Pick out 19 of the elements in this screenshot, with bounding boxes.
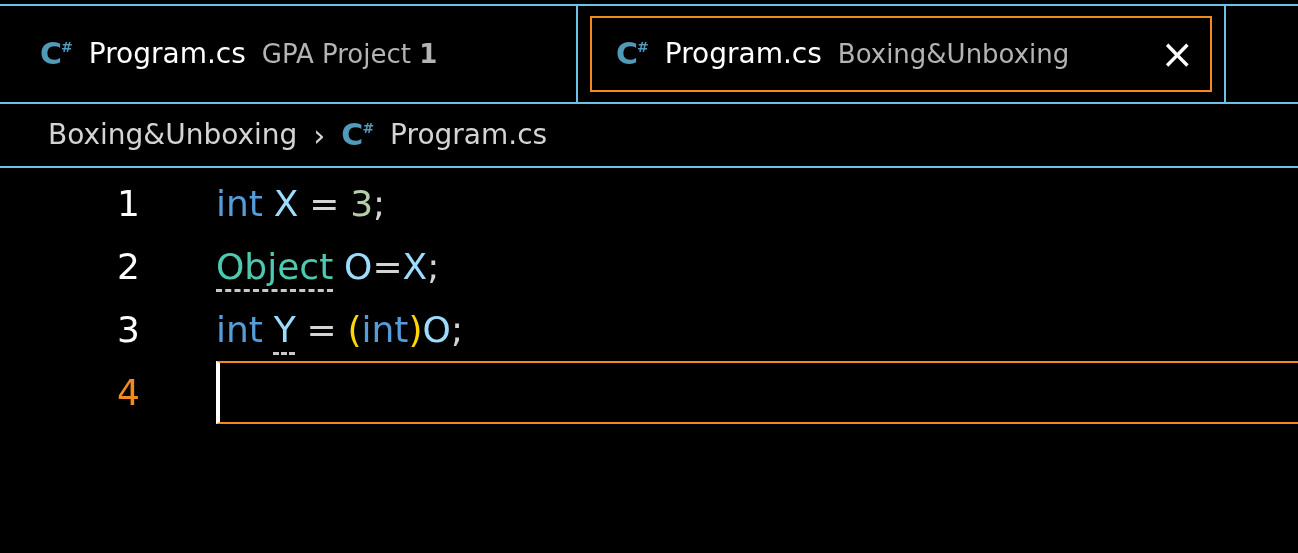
csharp-file-icon: C#	[341, 120, 375, 150]
csharp-file-icon: C#	[40, 39, 73, 69]
code-line: Object O=X;	[216, 244, 440, 289]
breadcrumb-file[interactable]: Program.cs	[390, 114, 548, 156]
tab-project-name: Boxing&Unboxing	[837, 37, 1070, 71]
line-number: 1	[116, 181, 140, 226]
close-button[interactable]: ×	[1160, 34, 1194, 74]
tab-project-name: GPA Project 1	[261, 37, 438, 71]
breadcrumb-separator: ›	[313, 116, 326, 155]
editor-tab[interactable]: C# Program.cs GPA Project 1	[0, 6, 578, 102]
line-number: 2	[116, 244, 140, 289]
tab-file-name: Program.cs	[664, 36, 822, 72]
line-number: 3	[116, 307, 140, 352]
line-number: 4	[116, 370, 140, 415]
code-line: int X = 3;	[216, 181, 386, 226]
tab-file-name: Program.cs	[88, 36, 246, 72]
code-line: int Y = (int)O;	[216, 307, 463, 352]
breadcrumb-project[interactable]: Boxing&Unboxing	[48, 114, 298, 156]
csharp-file-icon: C#	[616, 39, 649, 69]
